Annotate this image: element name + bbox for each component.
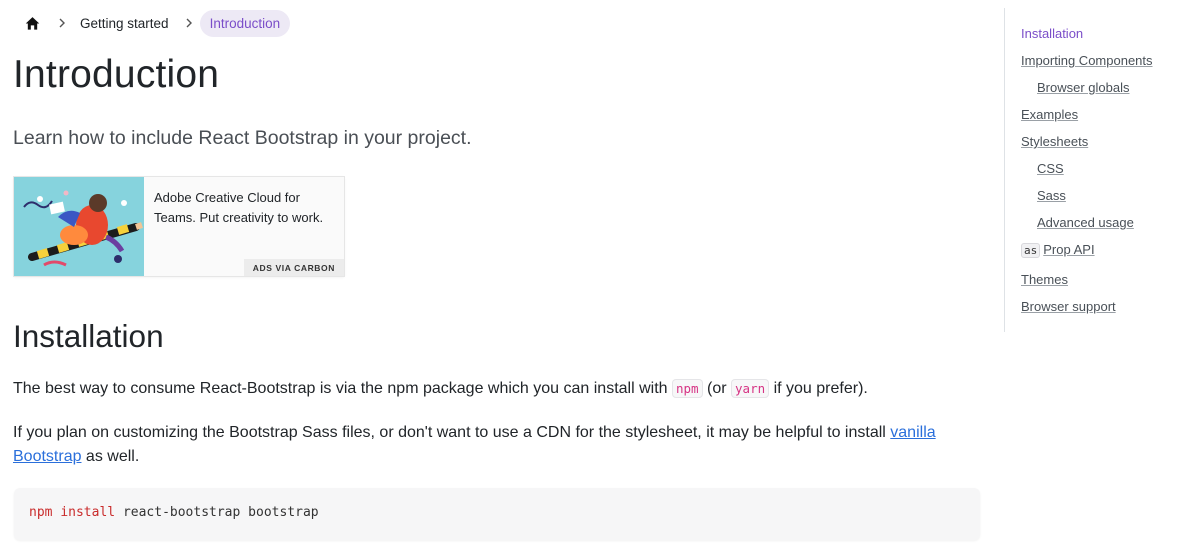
installation-paragraph-2: If you plan on customizing the Bootstrap… [13,421,973,469]
carbon-ad[interactable]: Adobe Creative Cloud for Teams. Put crea… [14,177,344,276]
p1-text-before: The best way to consume React-Bootstrap … [13,380,672,397]
toc-item-examples[interactable]: Examples [1021,107,1078,122]
toc-item-advanced-usage[interactable]: Advanced usage [1037,215,1134,230]
breadcrumb: Getting started Introduction [22,8,291,38]
breadcrumb-home[interactable] [22,13,42,33]
installation-paragraph-1: The best way to consume React-Bootstrap … [13,377,993,401]
page-title: Introduction [13,53,220,96]
toc-item-installation[interactable]: Installation [1021,26,1083,41]
installation-heading: Installation [13,318,164,354]
toc-item-stylesheets[interactable]: Stylesheets [1021,134,1088,149]
main-content: Getting started Introduction Introductio… [0,0,1000,554]
toc-item-sass[interactable]: Sass [1037,188,1066,203]
toc-item-importing-components[interactable]: Importing Components [1021,53,1153,68]
toc-item-label: Prop API [1043,242,1095,257]
breadcrumb-getting-started[interactable]: Getting started [80,16,169,31]
toc-item-as-prop-api[interactable]: as Prop API [1021,242,1095,258]
install-code-block[interactable]: npm install react-bootstrap bootstrap [14,488,980,540]
p2-text-before: If you plan on customizing the Bootstrap… [13,424,891,441]
code-subcommand: install [60,505,116,520]
toc-item-browser-support[interactable]: Browser support [1021,299,1116,314]
toc-item-themes[interactable]: Themes [1021,272,1068,287]
p2-text-after: as well. [81,448,140,465]
p1-text-middle: (or [702,380,732,397]
toc-code-as: as [1021,243,1041,258]
inline-code-yarn: yarn [731,379,770,398]
chevron-right-icon [185,18,193,28]
p1-text-after: if you prefer). [769,380,868,397]
toc-item-css[interactable]: CSS [1037,161,1064,176]
page-lead: Learn how to include React Bootstrap in … [13,127,472,149]
table-of-contents: Installation Importing Components Browse… [1004,8,1195,332]
chevron-right-icon [58,18,66,28]
ads-via-carbon-link[interactable]: ADS VIA CARBON [243,259,344,276]
install-command[interactable]: npm install react-bootstrap bootstrap [29,505,319,520]
toc-item-browser-globals[interactable]: Browser globals [1037,80,1130,95]
inline-code-npm: npm [672,379,703,398]
ad-text[interactable]: Adobe Creative Cloud for Teams. Put crea… [154,188,334,228]
breadcrumb-current: Introduction [199,9,291,37]
ad-image[interactable] [14,177,144,276]
home-icon [25,16,39,30]
code-cmd: npm [29,505,53,520]
code-args: react-bootstrap bootstrap [122,505,319,520]
